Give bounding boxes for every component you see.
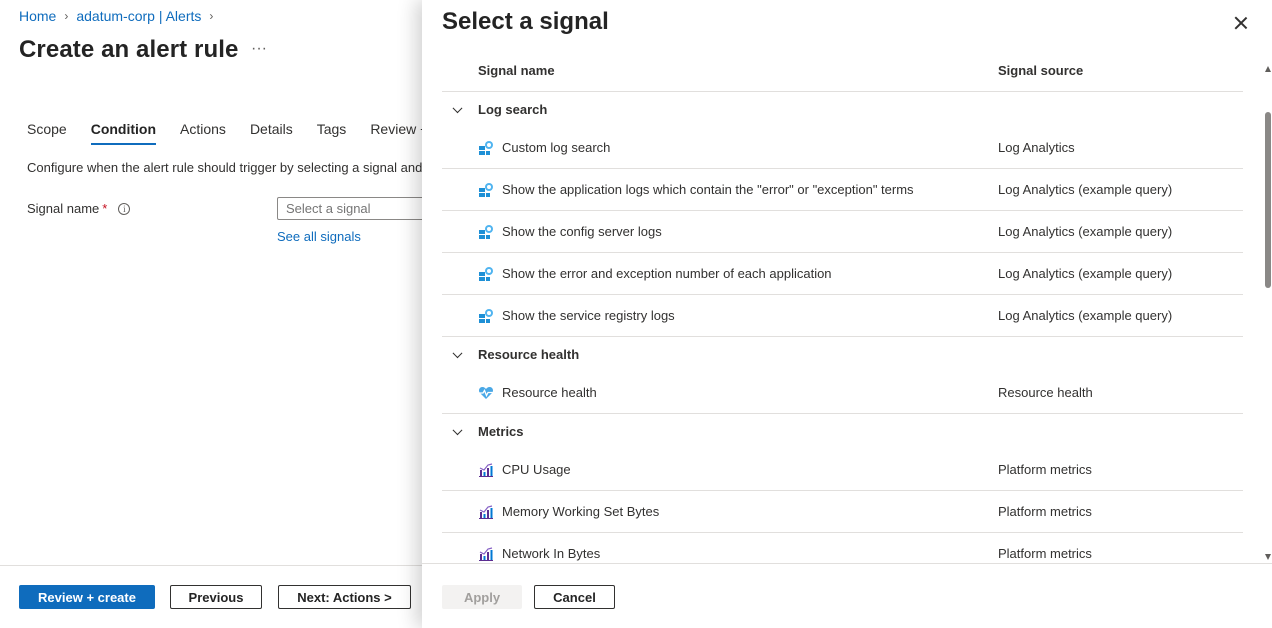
log-search-icon [479, 182, 493, 197]
signal-source: Log Analytics (example query) [998, 182, 1173, 197]
signal-name: Network In Bytes [502, 546, 601, 561]
grid-header: Signal name Signal source [442, 50, 1243, 92]
group-row-metrics[interactable]: Metrics [442, 414, 1243, 449]
column-header-signal-name[interactable]: Signal name [478, 63, 555, 78]
more-options-icon[interactable]: ··· [251, 40, 267, 58]
signal-row[interactable]: Memory Working Set Bytes Platform metric… [442, 491, 1243, 533]
select-signal-panel: Select a signal Signal name Signal sourc… [422, 0, 1272, 628]
scroll-up-arrow-icon[interactable] [1265, 66, 1271, 72]
panel-title: Select a signal [442, 8, 609, 35]
tab-details[interactable]: Details [250, 121, 293, 145]
see-all-signals-link[interactable]: See all signals [277, 229, 361, 244]
heart-pulse-icon [478, 386, 494, 399]
required-marker: * [102, 201, 108, 216]
chevron-right-icon: › [64, 9, 69, 23]
signal-source: Resource health [998, 385, 1093, 400]
signal-name: Show the config server logs [502, 224, 662, 239]
column-header-signal-source[interactable]: Signal source [998, 63, 1083, 78]
signal-select-input[interactable] [277, 197, 427, 220]
review-create-button[interactable]: Review + create [19, 585, 155, 609]
tab-list: Scope Condition Actions Details Tags Rev… [27, 121, 452, 145]
signal-row[interactable]: Network In Bytes Platform metrics [442, 533, 1243, 562]
info-icon[interactable]: i [118, 202, 131, 215]
signal-row[interactable]: Resource health Resource health [442, 372, 1243, 414]
signal-name: Show the service registry logs [502, 308, 675, 323]
tab-scope[interactable]: Scope [27, 121, 67, 145]
chevron-down-icon[interactable] [452, 102, 463, 113]
signal-source: Log Analytics (example query) [998, 266, 1173, 281]
signal-grid: Signal name Signal source Log search Cus… [442, 50, 1243, 562]
scrollbar-thumb[interactable] [1265, 112, 1271, 288]
log-search-icon [479, 224, 493, 239]
signal-source: Log Analytics (example query) [998, 308, 1173, 323]
signal-name: CPU Usage [502, 462, 571, 477]
breadcrumb-alerts[interactable]: adatum-corp | Alerts [76, 8, 201, 24]
signal-row[interactable]: Show the error and exception number of e… [442, 253, 1243, 295]
group-label: Resource health [478, 347, 580, 362]
signal-source: Platform metrics [998, 462, 1092, 477]
log-search-icon [479, 140, 493, 155]
metrics-chart-icon [479, 546, 493, 561]
group-label: Log search [478, 102, 548, 117]
signal-row[interactable]: Show the config server logs Log Analytic… [442, 211, 1243, 253]
chevron-down-icon[interactable] [452, 347, 463, 358]
metrics-chart-icon [479, 504, 493, 519]
signal-name: Custom log search [502, 140, 611, 155]
chevron-down-icon[interactable] [452, 424, 463, 435]
panel-footer: Apply Cancel [422, 563, 1272, 628]
signal-name: Show the error and exception number of e… [502, 266, 832, 281]
signal-row[interactable]: Show the application logs which contain … [442, 169, 1243, 211]
signal-source: Platform metrics [998, 504, 1092, 519]
previous-button[interactable]: Previous [170, 585, 262, 609]
breadcrumb: Home › adatum-corp | Alerts › [19, 8, 221, 24]
log-search-icon [479, 308, 493, 323]
tab-tags[interactable]: Tags [317, 121, 347, 145]
signal-row[interactable]: Custom log search Log Analytics [442, 127, 1243, 169]
vertical-scrollbar[interactable] [1263, 66, 1272, 560]
next-actions-button[interactable]: Next: Actions > [278, 585, 411, 609]
chevron-right-icon: › [209, 9, 214, 23]
signal-name: Resource health [502, 385, 597, 400]
signal-row[interactable]: Show the service registry logs Log Analy… [442, 295, 1243, 337]
close-icon[interactable] [1232, 14, 1250, 32]
signal-name: Show the application logs which contain … [502, 182, 914, 197]
condition-description: Configure when the alert rule should tri… [27, 160, 423, 175]
page-title: Create an alert rule [19, 36, 239, 63]
signal-row[interactable]: CPU Usage Platform metrics [442, 449, 1243, 491]
signal-name: Memory Working Set Bytes [502, 504, 660, 519]
cancel-button[interactable]: Cancel [534, 585, 615, 609]
log-search-icon [479, 266, 493, 281]
scroll-down-arrow-icon[interactable] [1265, 554, 1271, 560]
signal-name-text: Signal name [27, 201, 100, 216]
group-row-log-search[interactable]: Log search [442, 92, 1243, 127]
tab-review[interactable]: Review + [370, 121, 428, 145]
group-label: Metrics [478, 424, 524, 439]
signal-name-label: Signal name * i [27, 201, 131, 216]
tab-condition[interactable]: Condition [90, 121, 157, 145]
tab-actions[interactable]: Actions [180, 121, 226, 145]
apply-button[interactable]: Apply [442, 585, 522, 609]
metrics-chart-icon [479, 462, 493, 477]
signal-source: Log Analytics (example query) [998, 224, 1173, 239]
wizard-footer: Review + create Previous Next: Actions > [0, 565, 422, 628]
breadcrumb-home[interactable]: Home [19, 8, 56, 24]
signal-source: Platform metrics [998, 546, 1092, 561]
signal-source: Log Analytics [998, 140, 1075, 155]
group-row-resource-health[interactable]: Resource health [442, 337, 1243, 372]
